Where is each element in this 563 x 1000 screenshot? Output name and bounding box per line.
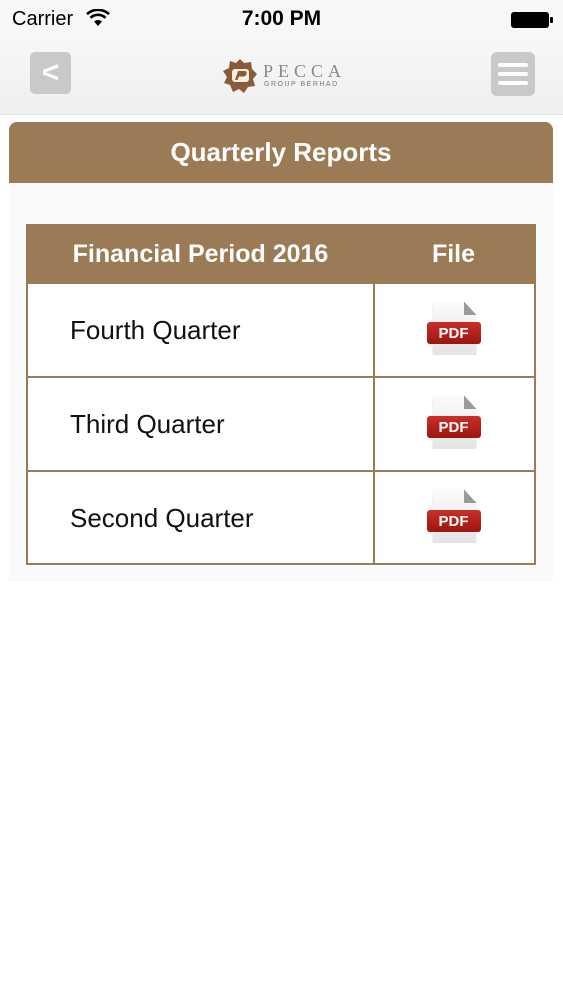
file-cell: PDF [373, 472, 534, 564]
hamburger-icon [498, 61, 528, 88]
reports-table: Financial Period 2016 File Fourth Quarte… [26, 224, 536, 565]
pdf-label: PDF [426, 416, 481, 438]
clock: 7:00 PM [241, 7, 322, 30]
menu-button[interactable] [491, 52, 535, 96]
page-title: Quarterly Reports [9, 122, 553, 183]
pecca-logo: PECCA GROUP BERHAD [222, 58, 347, 94]
leather-emblem-icon [222, 58, 258, 99]
table-row: Fourth Quarter PDF [28, 282, 534, 376]
period-cell: Fourth Quarter [70, 314, 241, 345]
pdf-download-icon[interactable]: PDF [426, 301, 483, 359]
back-button[interactable]: < [30, 52, 71, 94]
navigation-bar: < PECCA GROUP BERHAD [0, 40, 563, 115]
table-row: Third Quarter PDF [28, 376, 534, 470]
pdf-download-icon[interactable]: PDF [426, 489, 483, 547]
logo-subtitle: GROUP BERHAD [264, 81, 339, 88]
pdf-download-icon[interactable]: PDF [426, 395, 483, 453]
battery-icon [510, 10, 554, 35]
table-row: Second Quarter PDF [28, 470, 534, 564]
column-header-file: File [373, 226, 534, 282]
logo-name: PECCA [263, 61, 347, 81]
status-bar: Carrier 7:00 PM [0, 0, 563, 40]
pdf-label: PDF [426, 510, 481, 532]
file-cell: PDF [373, 284, 534, 376]
pdf-label: PDF [426, 322, 481, 344]
column-header-period: Financial Period 2016 [28, 226, 373, 282]
period-cell: Second Quarter [70, 502, 254, 533]
quarterly-reports-panel: Quarterly Reports Financial Period 2016 … [9, 122, 553, 582]
period-cell: Third Quarter [70, 408, 225, 439]
file-cell: PDF [373, 378, 534, 470]
